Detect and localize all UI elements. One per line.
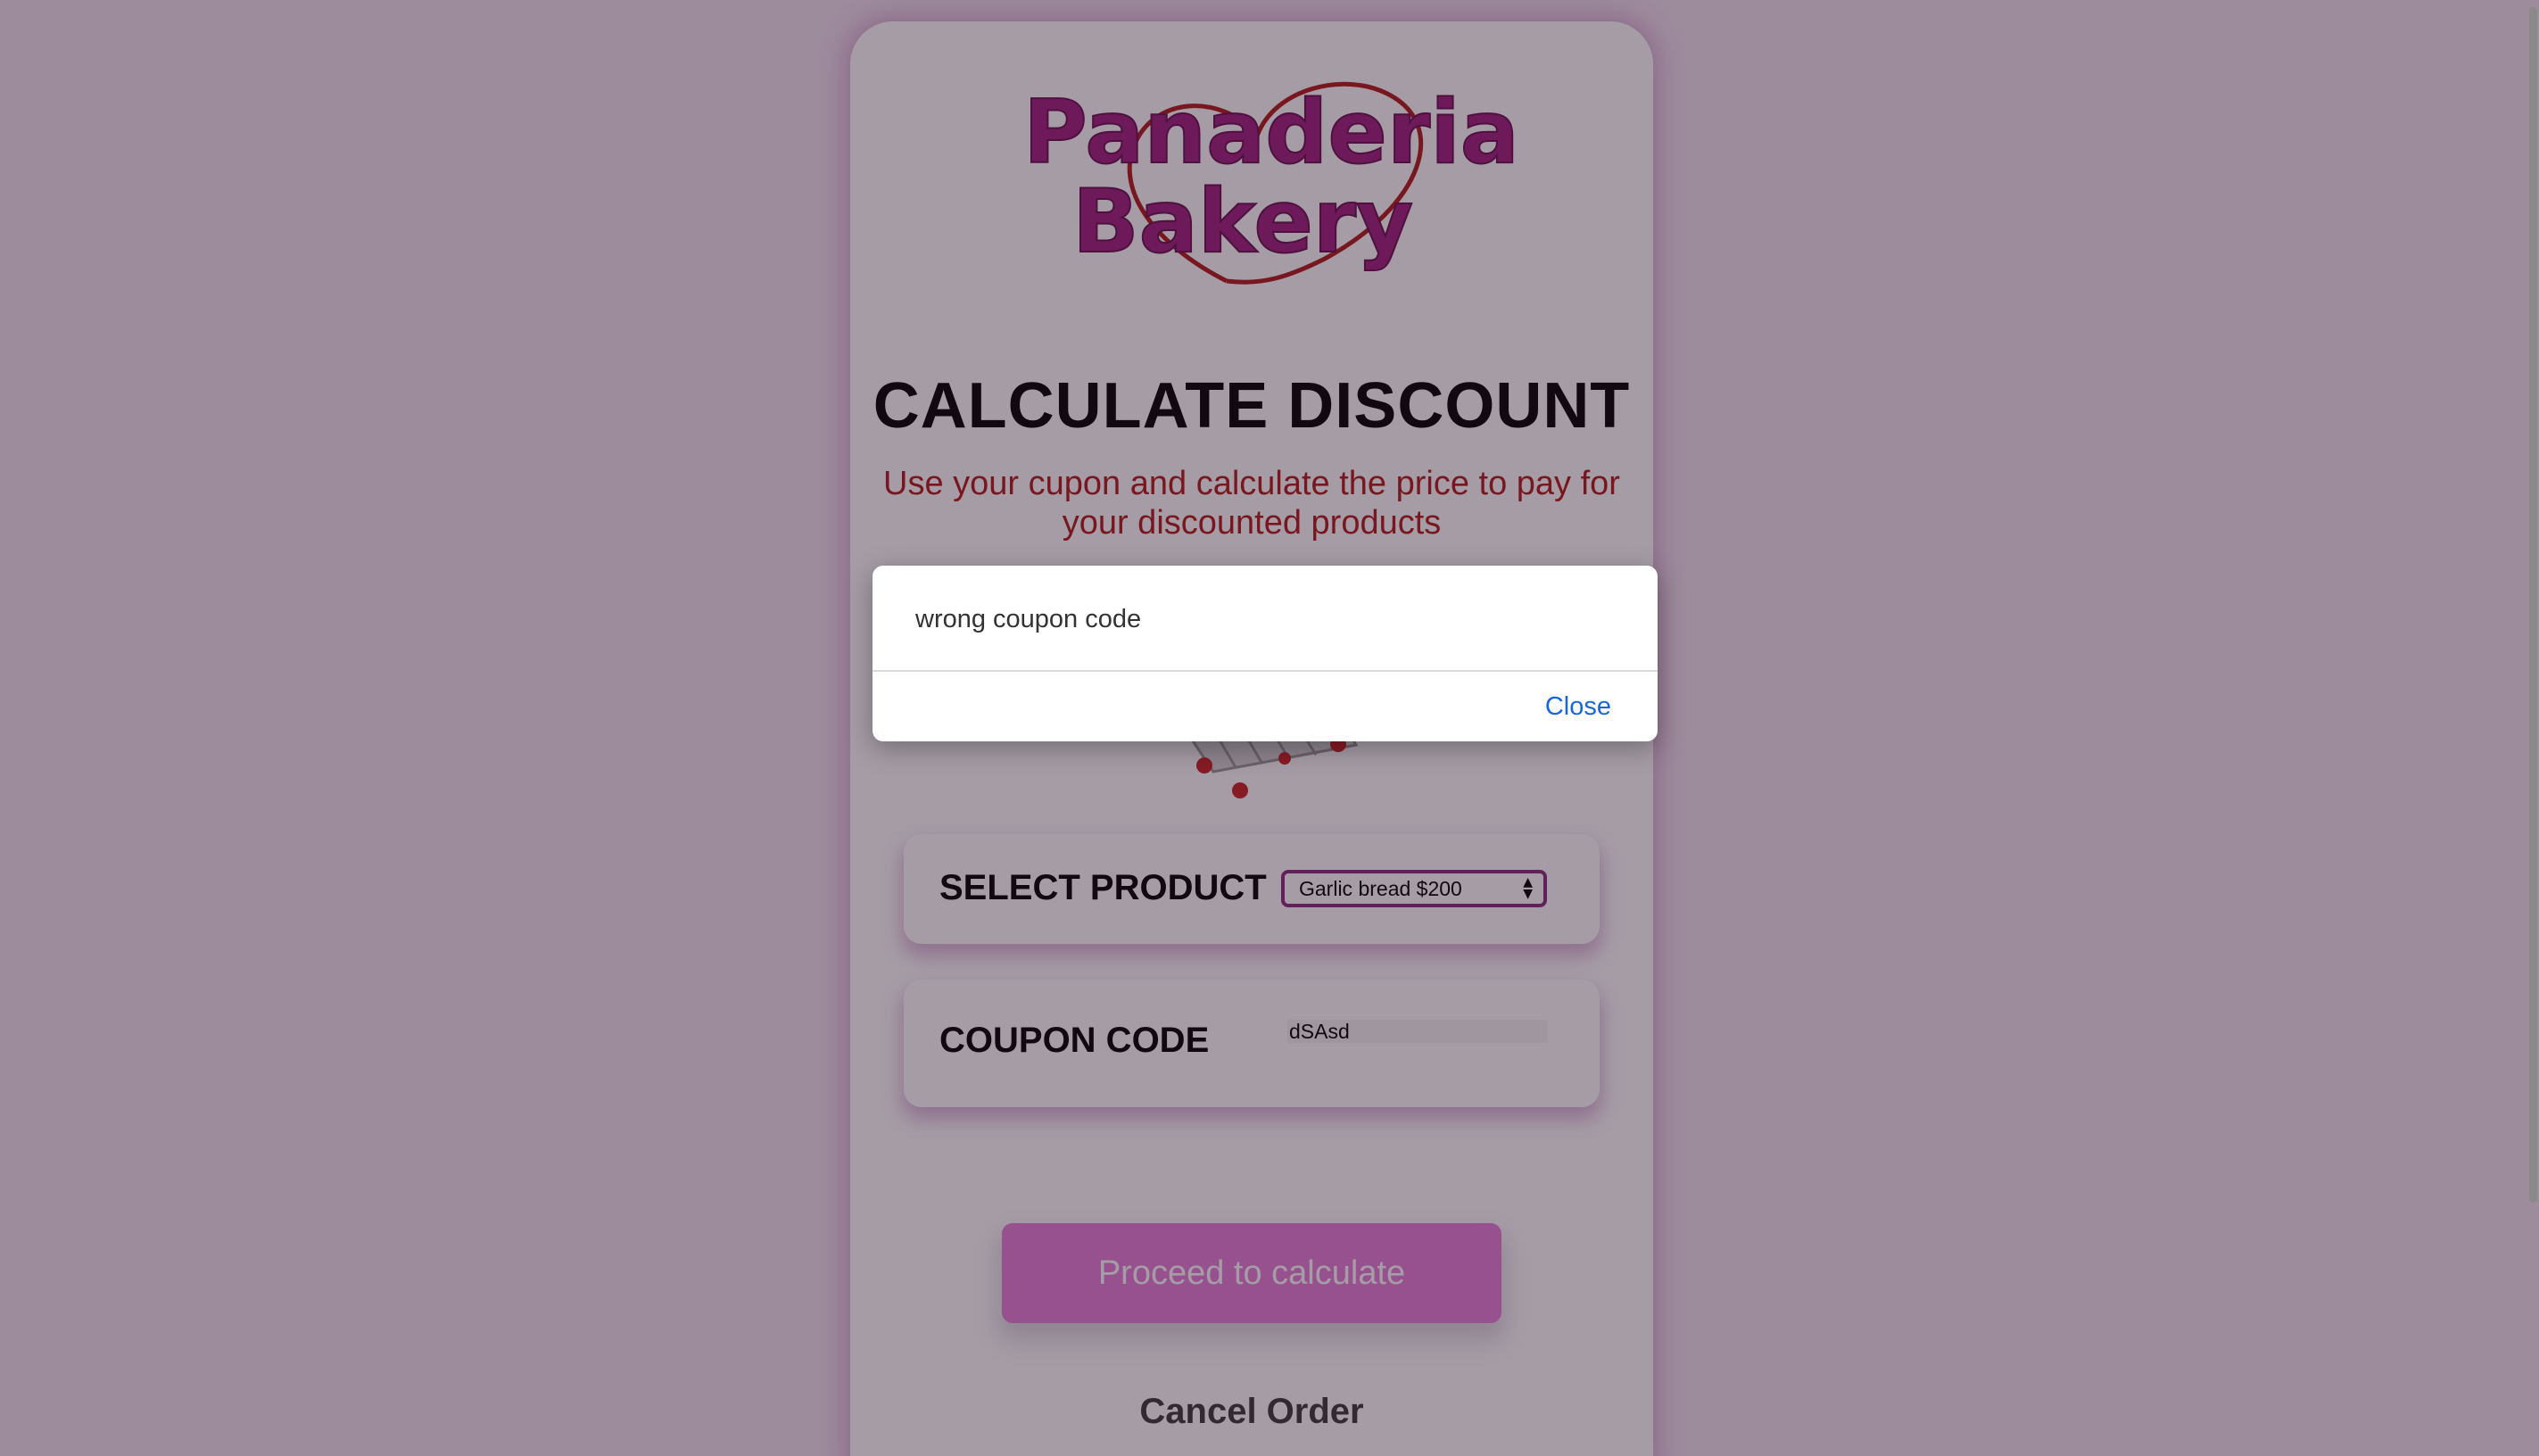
- dialog-message: wrong coupon code: [915, 605, 1142, 633]
- scrollbar-thumb[interactable]: [2529, 7, 2537, 1203]
- dialog-divider: [873, 670, 1658, 672]
- page-background: Panaderia Bakery CALCULATE DISCOUNT Use …: [0, 0, 2539, 1456]
- page-scrollbar[interactable]: [2527, 0, 2539, 1456]
- alert-dialog: wrong coupon code Close: [873, 566, 1658, 741]
- dialog-close-button[interactable]: Close: [1545, 692, 1611, 722]
